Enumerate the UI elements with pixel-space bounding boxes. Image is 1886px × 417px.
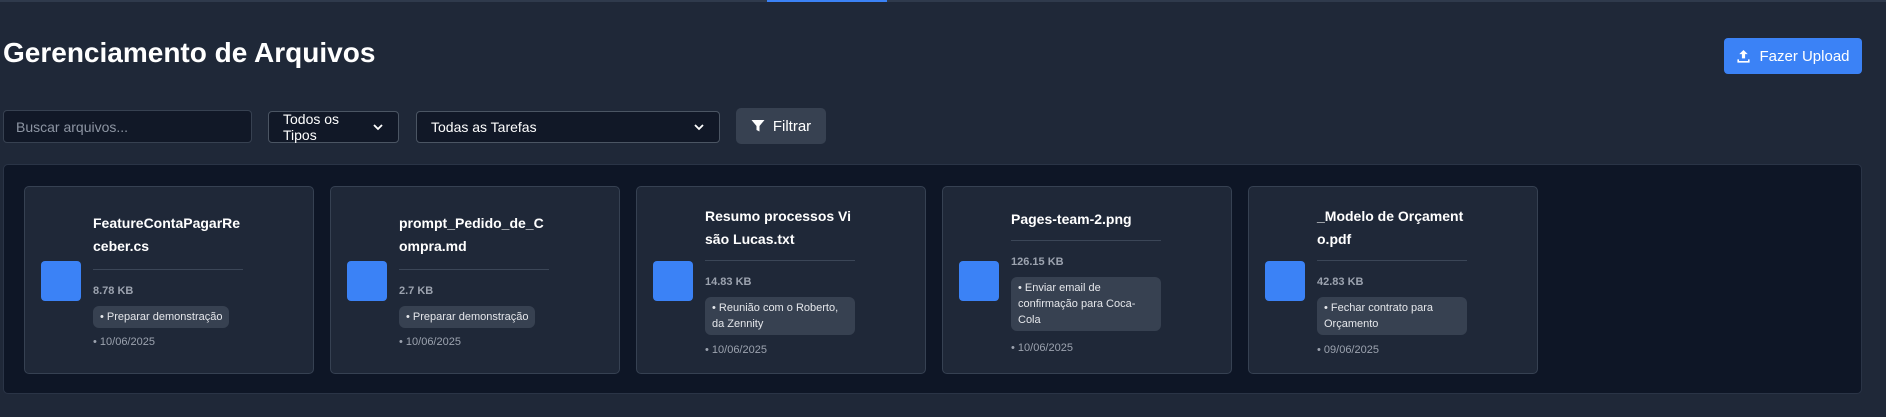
file-thumbnail [347,261,387,301]
chevron-down-icon [372,121,384,133]
file-date: • 10/06/2025 [705,344,767,356]
active-tab-indicator [767,0,887,2]
file-thumbnail [959,261,999,301]
file-thumbnail [653,261,693,301]
file-card[interactable]: FeatureContaPagarReceber.cs 8.78 KB • Pr… [24,186,314,374]
page-title: Gerenciamento de Arquivos [3,37,376,68]
file-card[interactable]: Pages-team-2.png 126.15 KB • Enviar emai… [942,186,1232,374]
task-select-value: Todas as Tarefas [431,119,537,135]
chevron-down-icon [693,121,705,133]
upload-icon [1736,49,1751,64]
filter-button-label: Filtrar [772,117,812,135]
file-name: Pages-team-2.png [1011,211,1132,227]
divider [93,269,243,270]
top-border [0,0,1886,2]
filter-icon [751,119,765,133]
file-card[interactable]: prompt_Pedido_de_Compra.md 2.7 KB • Prep… [330,186,620,374]
file-date: • 09/06/2025 [1317,344,1379,356]
file-size: 14.83 KB [705,276,752,288]
file-size: 8.78 KB [93,285,134,297]
task-select[interactable]: Todas as Tarefas [416,111,720,143]
file-size: 42.83 KB [1317,276,1364,288]
task-tag: • Preparar demonstração [93,306,230,328]
type-select-value: Todos os Tipos [283,111,340,143]
upload-button-label: Fazer Upload [1759,47,1850,65]
task-tag: • Fechar contrato para Orçamento [1317,297,1467,335]
task-tag: • Reunião com o Roberto, da Zennity [705,297,855,335]
task-tag: • Enviar email de confirmação para Coca-… [1011,277,1161,331]
file-date: • 10/06/2025 [1011,342,1073,354]
file-card[interactable]: _Modelo de Orçamento.pdf 42.83 KB • Fech… [1248,186,1538,374]
file-size: 2.7 KB [399,285,434,297]
file-name: _Modelo de Orçamento.pdf [1317,208,1464,247]
file-thumbnail [1265,261,1305,301]
search-input[interactable] [3,110,252,143]
file-name: Resumo processos Visão Lucas.txt [705,208,852,247]
divider [705,260,855,261]
file-size: 126.15 KB [1011,256,1064,268]
file-date: • 10/06/2025 [93,336,155,348]
file-thumbnail [41,261,81,301]
type-select[interactable]: Todos os Tipos [268,111,399,143]
divider [1317,260,1467,261]
divider [399,269,549,270]
files-panel: FeatureContaPagarReceber.cs 8.78 KB • Pr… [3,164,1862,394]
file-name: FeatureContaPagarReceber.cs [93,215,241,254]
file-name: prompt_Pedido_de_Compra.md [399,215,544,254]
filter-button[interactable]: Filtrar [736,108,826,144]
upload-button[interactable]: Fazer Upload [1724,38,1862,74]
task-tag: • Preparar demonstração [399,306,536,328]
file-card[interactable]: Resumo processos Visão Lucas.txt 14.83 K… [636,186,926,374]
file-date: • 10/06/2025 [399,336,461,348]
divider [1011,240,1161,241]
